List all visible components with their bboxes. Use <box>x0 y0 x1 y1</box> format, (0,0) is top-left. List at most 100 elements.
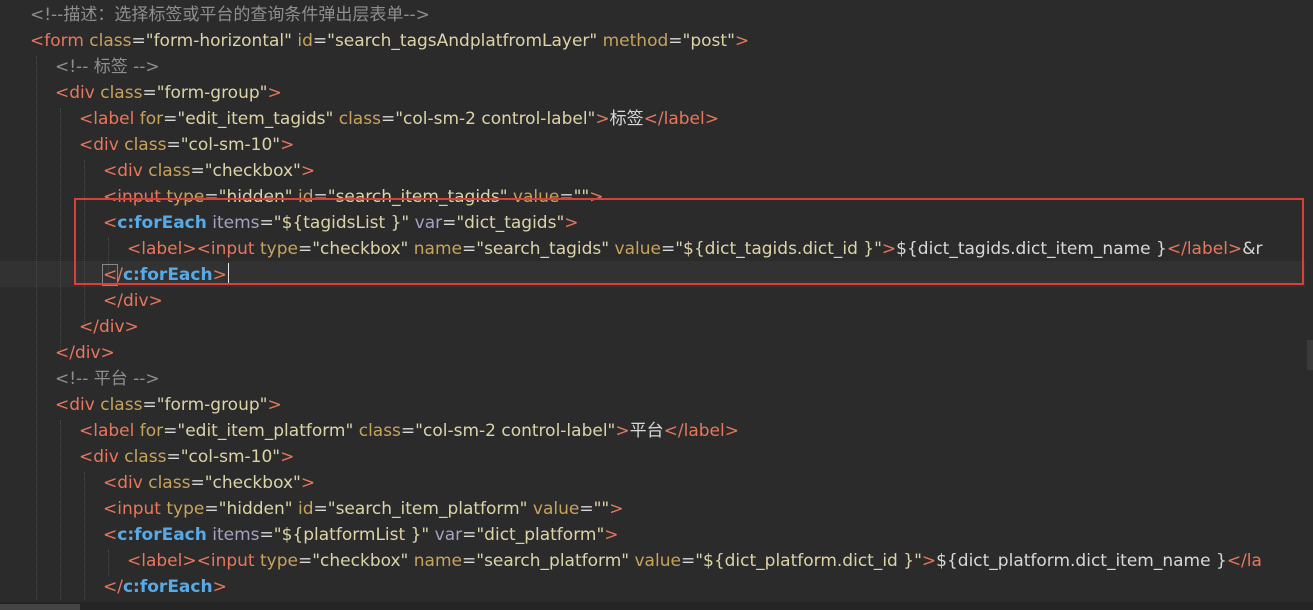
code-token: "col-sm-10" <box>180 135 281 155</box>
code-token: class <box>353 421 401 441</box>
code-line[interactable]: <div class="checkbox"> <box>103 158 315 184</box>
code-token: <div <box>55 83 101 103</box>
indent-guide <box>60 420 61 600</box>
code-token: value <box>527 499 580 519</box>
code-line[interactable]: </div> <box>55 340 115 366</box>
code-token: "edit_item_tagids" <box>177 109 334 129</box>
code-line[interactable]: <label for="edit_item_tagids" class="col… <box>79 106 719 132</box>
vertical-scrollbar[interactable] <box>1307 340 1313 370</box>
code-line[interactable]: <form class="form-horizontal" id="search… <box>30 28 749 54</box>
code-token: <div <box>79 135 125 155</box>
code-token: > <box>280 135 295 155</box>
indent-guide <box>60 108 61 352</box>
code-token: value <box>629 551 681 571</box>
code-line[interactable]: </div> <box>103 288 163 314</box>
code-token: = <box>297 551 313 571</box>
code-token: type <box>260 551 298 571</box>
code-token: = <box>259 525 274 545</box>
code-token: <form <box>30 31 90 51</box>
code-token: "col-sm-2 control-label" <box>395 109 596 129</box>
code-token: type <box>166 499 205 519</box>
code-token: "checkbox" <box>312 551 409 571</box>
code-token: = <box>668 31 683 51</box>
code-token: > <box>615 421 630 441</box>
code-token: > <box>212 577 227 597</box>
code-token: "checkbox" <box>204 161 301 181</box>
code-token: = <box>166 447 181 467</box>
code-token: </div> <box>103 291 163 311</box>
code-token: <input <box>196 551 260 571</box>
code-token: <div <box>79 447 125 467</box>
code-token: <div <box>103 473 149 493</box>
code-token: "post" <box>682 31 735 51</box>
code-token: for <box>139 421 164 441</box>
code-token: = <box>163 421 178 441</box>
code-token: "search_item_platform" <box>327 499 528 519</box>
code-token: </label> <box>663 421 739 441</box>
code-line[interactable]: </c:forEach> <box>103 574 227 600</box>
code-token: > <box>267 395 282 415</box>
code-token: class <box>148 473 191 493</box>
code-token: = <box>142 83 157 103</box>
code-token: for <box>139 109 164 129</box>
indent-guide <box>108 550 109 576</box>
code-token: </div> <box>79 317 139 337</box>
code-line[interactable]: <label><input type="checkbox" name="sear… <box>127 548 1262 574</box>
code-token: = <box>312 31 328 51</box>
code-token: <!-- 平台 --> <box>55 369 160 389</box>
code-token: = <box>400 421 416 441</box>
indent-guide <box>36 56 37 600</box>
code-line[interactable]: <c:forEach items="${platformList }" var=… <box>103 522 619 548</box>
code-token: </ <box>103 577 123 597</box>
code-token: method <box>597 31 669 51</box>
code-token: </div> <box>55 343 115 363</box>
code-token: = <box>131 31 146 51</box>
code-token: = <box>204 499 219 519</box>
code-line[interactable]: <input type="hidden" id="search_item_pla… <box>103 496 623 522</box>
code-token: c:forEach <box>117 525 207 545</box>
code-token: < <box>103 525 118 545</box>
code-line[interactable]: <div class="col-sm-10"> <box>79 132 294 158</box>
code-token: "col-sm-2 control-label" <box>415 421 616 441</box>
horizontal-scrollbar-thumb[interactable] <box>0 604 80 610</box>
code-token: items <box>206 525 260 545</box>
code-token: > <box>604 525 619 545</box>
code-token: "form-group" <box>156 83 268 103</box>
code-line[interactable]: <!-- 平台 --> <box>55 366 160 392</box>
code-line[interactable]: <div class="form-group"> <box>55 80 282 106</box>
code-line[interactable]: <!-- 标签 --> <box>55 54 160 80</box>
code-token: > <box>609 499 624 519</box>
code-token: var <box>429 525 463 545</box>
code-token: = <box>163 109 178 129</box>
code-token: "form-horizontal" <box>145 31 292 51</box>
code-token: = <box>190 473 205 493</box>
horizontal-scrollbar[interactable] <box>0 602 1313 610</box>
code-line[interactable]: <div class="checkbox"> <box>103 470 315 496</box>
code-token: <label <box>79 109 140 129</box>
code-token: > <box>280 447 295 467</box>
code-token: = <box>579 499 594 519</box>
code-token: class <box>124 135 167 155</box>
code-line[interactable]: <!--描述：选择标签或平台的查询条件弹出层表单--> <box>30 2 430 28</box>
code-line[interactable]: </div> <box>79 314 139 340</box>
code-token: 标签 <box>609 109 644 129</box>
code-editor[interactable]: <!--描述：选择标签或平台的查询条件弹出层表单--> <form class="… <box>0 0 1313 610</box>
code-token: class <box>124 447 167 467</box>
code-token: id <box>291 31 313 51</box>
code-token: name <box>408 551 462 571</box>
code-token: "dict_platform" <box>476 525 605 545</box>
code-token: = <box>313 499 328 519</box>
code-token: class <box>100 395 143 415</box>
code-token: "checkbox" <box>204 473 301 493</box>
code-token: <!--描述：选择标签或平台的查询条件弹出层表单--> <box>30 5 430 25</box>
code-line[interactable]: <label for="edit_item_platform" class="c… <box>79 418 739 444</box>
code-token: <input <box>103 499 167 519</box>
code-line[interactable]: <div class="form-group"> <box>55 392 282 418</box>
code-token: 平台 <box>629 421 664 441</box>
code-token: c:forEach <box>122 577 213 597</box>
code-token: > <box>300 161 316 181</box>
code-token: "${dict_platform.dict_id }" <box>695 551 922 571</box>
code-line[interactable]: <div class="col-sm-10"> <box>79 444 294 470</box>
code-token: = <box>142 395 157 415</box>
code-token: = <box>680 551 696 571</box>
